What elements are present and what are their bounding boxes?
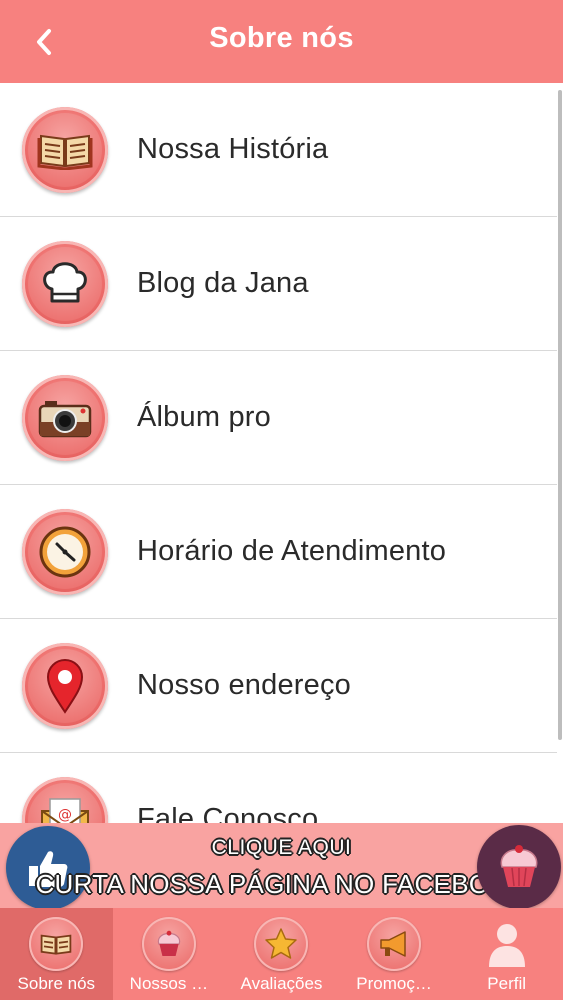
user-icon <box>480 917 534 971</box>
camera-icon <box>22 375 108 461</box>
menu-item-album[interactable]: Álbum pro <box>0 351 557 485</box>
scrollbar-thumb[interactable] <box>558 90 562 740</box>
menu-item-fale-conosco[interactable]: @ Fale Conosco <box>0 753 557 823</box>
star-icon <box>254 917 309 971</box>
map-pin-icon <box>22 643 108 729</box>
chef-hat-icon <box>22 241 108 327</box>
tab-label: Perfil <box>487 974 527 993</box>
tab-perfil[interactable]: Perfil <box>450 908 563 1000</box>
envelope-icon: @ <box>22 777 108 823</box>
book-icon <box>22 107 108 193</box>
tab-label: Sobre nós <box>17 974 96 993</box>
cupcake-icon <box>141 917 196 971</box>
book-icon <box>29 917 84 971</box>
menu-item-endereco[interactable]: Nosso endereço <box>0 619 557 753</box>
menu-item-label: Álbum pro <box>137 401 271 433</box>
page-title: Sobre nós <box>209 22 354 54</box>
menu-list: Nossa História Blog da Jana Álbum pro Ho… <box>0 83 557 823</box>
menu-item-label: Nosso endereço <box>137 669 351 701</box>
menu-item-label: Horário de Atendimento <box>137 535 447 567</box>
app-header: Sobre nós <box>0 0 563 83</box>
menu-item-blog[interactable]: Blog da Jana <box>0 217 557 351</box>
menu-item-horario[interactable]: Horário de Atendimento <box>0 485 557 619</box>
tab-sobre-nos[interactable]: Sobre nós <box>0 908 113 1000</box>
menu-item-nossa-historia[interactable]: Nossa História <box>0 83 557 217</box>
svg-text:@: @ <box>58 807 72 823</box>
cupcake-icon <box>477 825 561 909</box>
bottom-tab-bar: Sobre nós Nossos … Avaliações Promoç… Pe… <box>0 908 563 1000</box>
tab-label: Nossos … <box>129 974 209 993</box>
facebook-banner[interactable]: CLIQUE AQUI CURTA NOSSA PÁGINA NO FACEBO… <box>0 823 563 910</box>
tab-promocoes[interactable]: Promoç… <box>338 908 451 1000</box>
menu-item-label: Fale Conosco <box>137 803 319 823</box>
menu-item-label: Nossa História <box>137 133 329 165</box>
tab-nossos[interactable]: Nossos … <box>113 908 226 1000</box>
menu-item-label: Blog da Jana <box>137 267 309 299</box>
tab-label: Avaliações <box>240 974 323 993</box>
megaphone-icon <box>367 917 422 971</box>
clock-icon <box>22 509 108 595</box>
tab-avaliacoes[interactable]: Avaliações <box>225 908 338 1000</box>
tab-label: Promoç… <box>356 974 432 993</box>
